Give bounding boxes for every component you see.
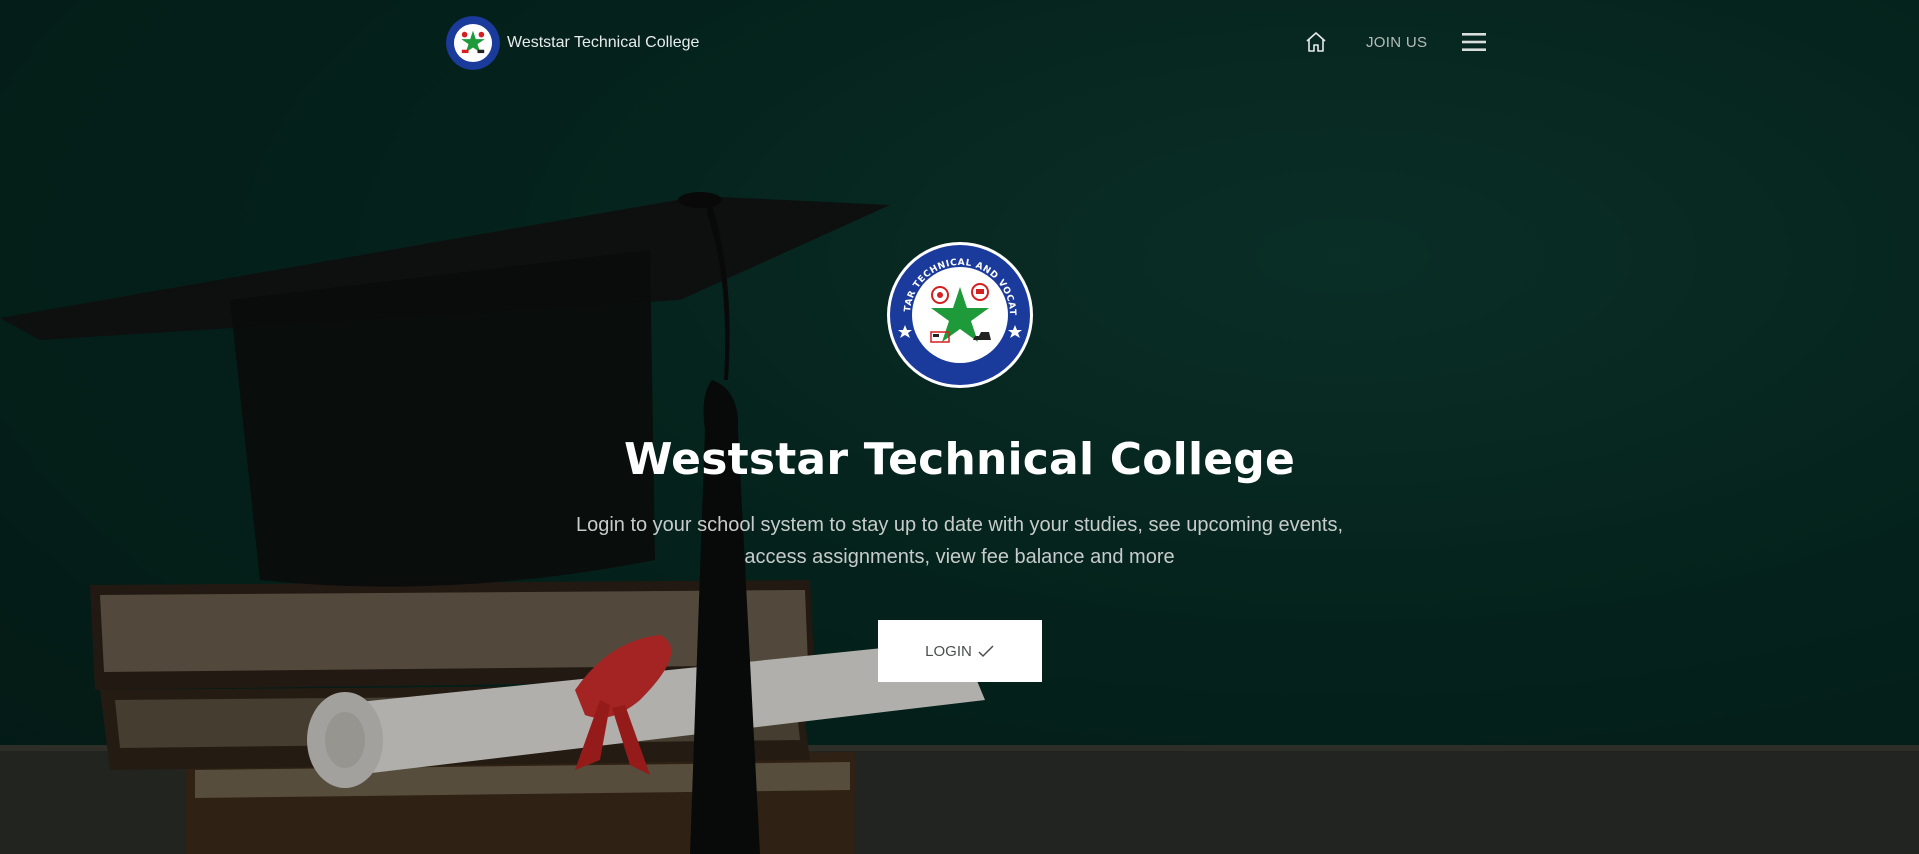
college-seal-logo: WESTSTAR TECHNICAL AND VOCATIONAL TRAINI…: [885, 240, 1033, 388]
login-button[interactable]: LOGIN: [877, 620, 1042, 682]
main-nav: JOIN US: [1300, 26, 1489, 58]
brand-name: Weststar Technical College: [507, 34, 700, 51]
brand[interactable]: Weststar Technical College: [445, 15, 699, 71]
login-button-label: LOGIN: [925, 642, 972, 660]
college-logo: [446, 16, 500, 70]
hero-section: WESTSTAR TECHNICAL AND VOCATIONAL TRAINI…: [0, 240, 1919, 682]
site-header: Weststar Technical College JOIN US: [0, 0, 1919, 88]
checkmark-icon: [978, 645, 994, 658]
hero-title: Weststar Technical College: [623, 434, 1296, 485]
join-us-link[interactable]: JOIN US: [1366, 34, 1427, 51]
landing-page: Weststar Technical College JOIN US TAR T…: [0, 0, 1919, 854]
home-icon[interactable]: [1300, 26, 1332, 58]
hero-description: Login to your school system to stay up t…: [575, 514, 1344, 568]
hamburger-menu-icon[interactable]: [1459, 27, 1489, 57]
